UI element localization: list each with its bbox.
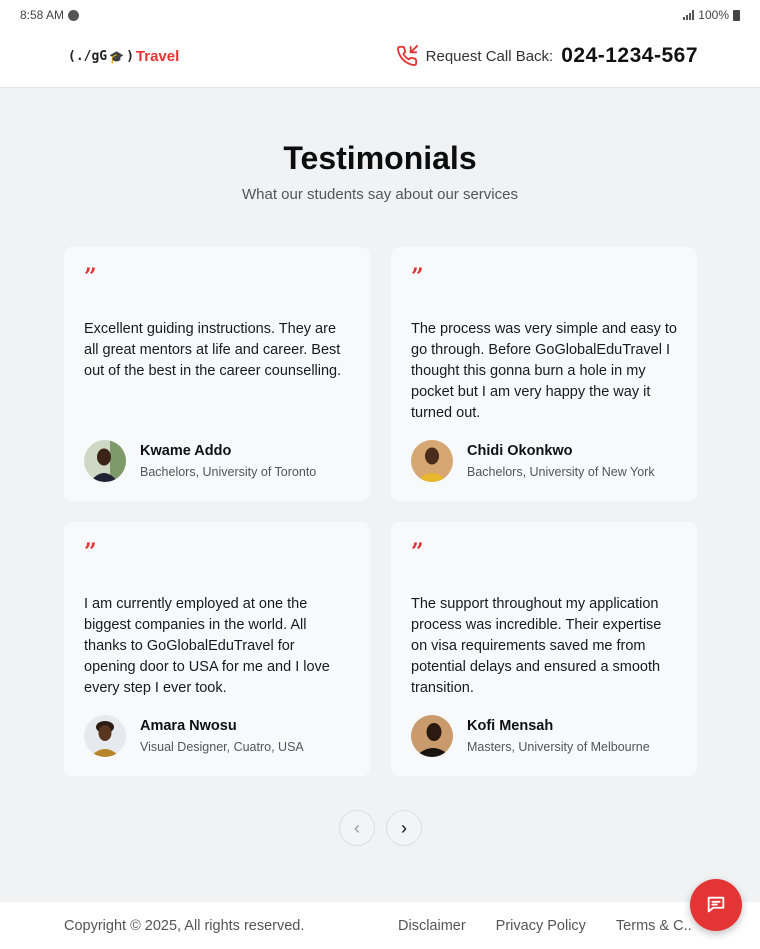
callback-label: Request Call Back: [425,47,554,65]
battery-level: 100% [698,8,729,22]
notification-icon [68,9,80,21]
avatar [411,440,453,482]
footer-link-terms[interactable]: Terms & C.. [616,918,692,934]
footer-link-privacy-policy[interactable]: Privacy Policy [496,918,586,934]
site-footer: Copyright © 2025, All rights reserved. D… [0,902,760,949]
avatar [84,715,126,757]
section-title: Testimonials [283,140,477,176]
author-role: Masters, University of Melbourne [467,740,650,754]
chevron-right-icon: › [401,817,407,838]
quote-icon: ” [84,539,97,565]
author-role: Visual Designer, Cuatro, USA [140,740,304,754]
logo[interactable]: (./gG 🎓 ) Travel [68,48,179,65]
testimonial-text: The support throughout my application pr… [411,596,662,696]
logo-brand: Travel [135,48,180,65]
site-header: (./gG 🎓 ) Travel Request Call Back: 024-… [0,30,760,88]
quote-icon: ” [411,264,424,290]
status-time: 8:58 AM [20,8,65,22]
copyright-text: Copyright © 2025, All rights reserved. [64,918,305,934]
author-name: Kofi Mensah [467,718,554,734]
testimonial-card: ” I am currently employed at one the big… [64,522,370,776]
testimonial-author: Kwame Addo Bachelors, University of Toro… [84,440,316,482]
testimonial-author: Amara Nwosu Visual Designer, Cuatro, USA [84,715,304,757]
status-bar: 8:58 AM 100% [0,0,760,30]
status-left: 8:58 AM [20,8,80,22]
testimonial-text: The process was very simple and easy to … [411,321,677,421]
testimonial-author: Chidi Okonkwo Bachelors, University of N… [411,440,655,482]
signal-icon [683,10,695,20]
request-callback[interactable]: Request Call Back: 024-1234-567 [396,44,698,68]
testimonial-text: I am currently employed at one the bigge… [84,596,330,696]
footer-link-disclaimer[interactable]: Disclaimer [398,918,466,934]
testimonial-text: Excellent guiding instructions. They are… [84,321,342,379]
logo-prefix: (./gG [68,49,108,64]
author-name: Kwame Addo [140,443,232,459]
avatar [84,440,126,482]
phone-number[interactable]: 024-1234-567 [561,44,698,68]
logo-suffix: ) [126,49,134,64]
section-subtitle: What our students say about our services [242,186,518,203]
testimonial-card: ” The support throughout my application … [391,522,697,776]
previous-button[interactable]: ‹ [339,810,375,846]
footer-links: Disclaimer Privacy Policy Terms & C.. [398,918,692,934]
author-name: Amara Nwosu [140,718,237,734]
quote-icon: ” [84,264,97,290]
testimonial-card: ” The process was very simple and easy t… [391,247,697,501]
chat-icon [707,896,725,913]
author-name: Chidi Okonkwo [467,443,573,459]
testimonial-card: ” Excellent guiding instructions. They a… [64,247,370,501]
chat-button[interactable] [690,879,742,931]
avatar [411,715,453,757]
testimonial-author: Kofi Mensah Masters, University of Melbo… [411,715,650,757]
phone-callback-icon [396,45,418,66]
author-role: Bachelors, University of New York [467,465,655,479]
graduation-cap-icon: 🎓 [109,49,125,64]
author-role: Bachelors, University of Toronto [140,465,317,479]
quote-icon: ” [411,539,424,565]
next-button[interactable]: › [386,810,422,846]
status-right: 100% [683,8,740,22]
battery-icon [733,9,740,21]
chevron-left-icon: ‹ [354,817,360,838]
